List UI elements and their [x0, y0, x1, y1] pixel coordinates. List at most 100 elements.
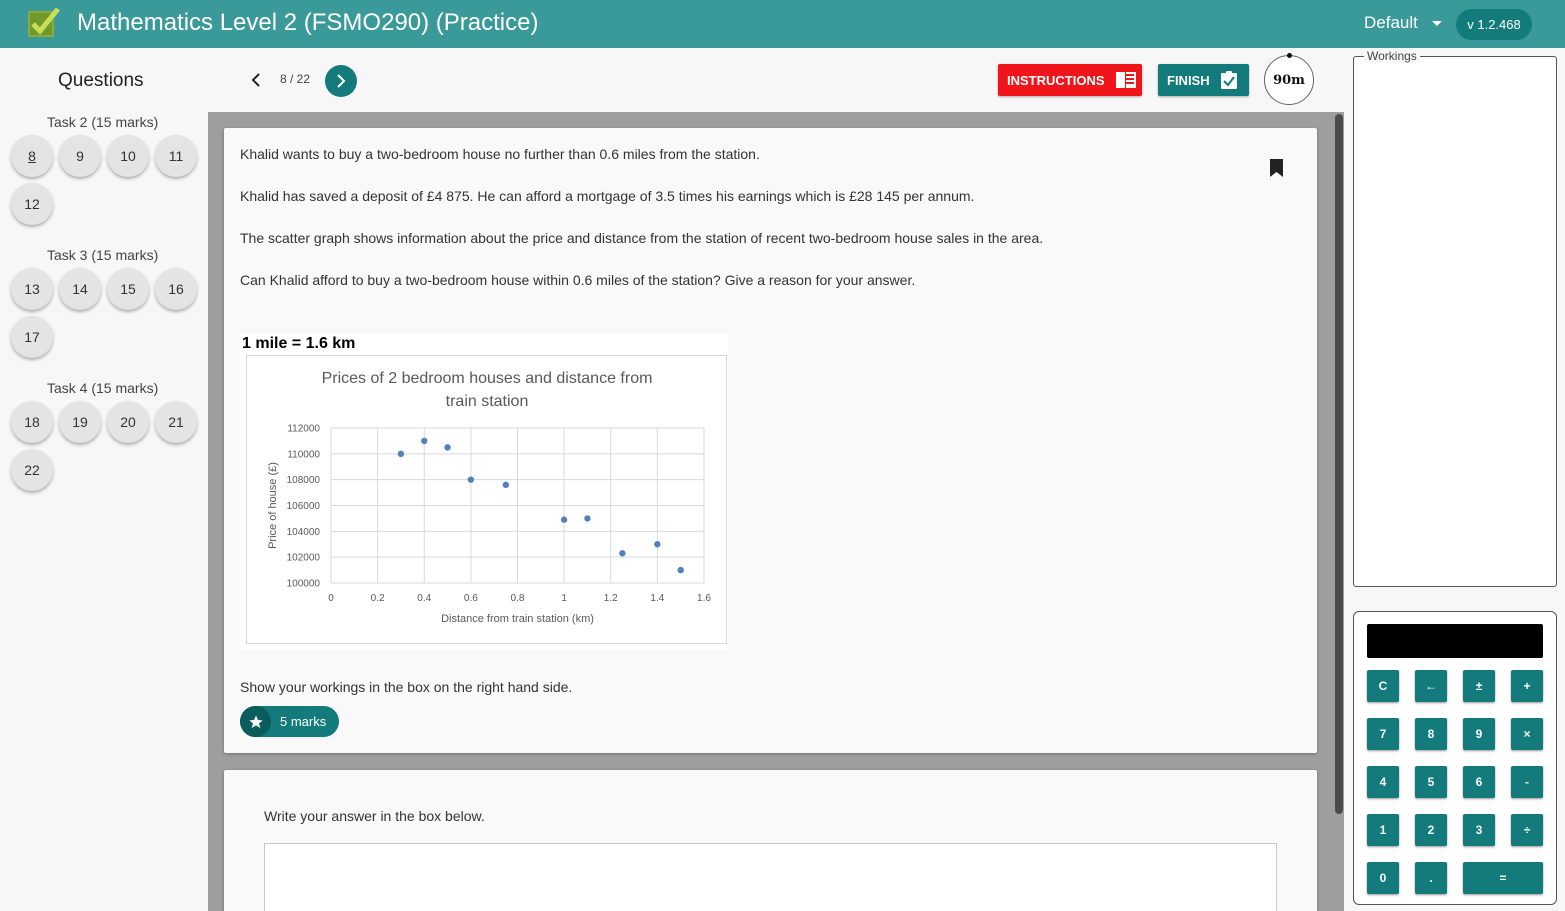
data-point: [397, 450, 405, 458]
calc-key-7[interactable]: 7: [1367, 718, 1399, 750]
workings-label: Workings: [1364, 49, 1420, 63]
task-label: Task 3 (15 marks): [47, 247, 159, 263]
question-button[interactable]: 21: [155, 401, 197, 443]
question-button[interactable]: 19: [59, 401, 101, 443]
question-paragraph: Khalid has saved a deposit of £4 875. He…: [240, 188, 975, 204]
scrollbar-thumb[interactable]: [1335, 114, 1343, 814]
x-tick-label: 1.2: [604, 593, 618, 604]
x-tick-label: 0: [328, 593, 334, 604]
clipboard-check-icon: [1220, 71, 1237, 89]
data-point: [421, 437, 428, 445]
task-label: Task 4 (15 marks): [47, 380, 159, 396]
data-point: [654, 541, 661, 548]
question-button[interactable]: 15: [107, 268, 149, 310]
question-paragraph: Khalid wants to buy a two-bedroom house …: [240, 146, 760, 162]
book-icon: [1115, 72, 1136, 88]
calc-key-6[interactable]: 6: [1463, 766, 1495, 798]
calc-key-backspace[interactable]: ←: [1415, 670, 1447, 702]
calc-key-3[interactable]: 3: [1463, 814, 1495, 846]
question-button[interactable]: 8: [11, 135, 53, 177]
checkmark-logo-icon: [28, 7, 60, 37]
question-button[interactable]: 17: [11, 316, 53, 358]
chevron-left-icon: [251, 73, 260, 87]
calc-key-1[interactable]: 1: [1367, 814, 1399, 846]
data-point: [467, 476, 475, 483]
instructions-button-label: INSTRUCTIONS: [1007, 72, 1105, 88]
question-paragraph: The scatter graph shows information abou…: [240, 230, 1044, 246]
question-button[interactable]: 16: [155, 268, 197, 310]
instructions-button[interactable]: INSTRUCTIONS: [998, 64, 1142, 96]
question-button[interactable]: 11: [155, 135, 197, 177]
marks-badge: 5 marks: [240, 706, 339, 737]
x-tick-label: 0.4: [417, 593, 431, 604]
x-tick-label: 1: [561, 593, 567, 604]
calc-key-5[interactable]: 5: [1415, 766, 1447, 798]
y-tick-label: 102000: [287, 553, 321, 564]
question-button[interactable]: 13: [11, 268, 53, 310]
y-tick-label: 108000: [287, 475, 321, 486]
answer-input[interactable]: [264, 843, 1277, 911]
answer-instruction: Write your answer in the box below.: [264, 808, 485, 824]
calculator-display: [1367, 624, 1543, 658]
data-point: [502, 481, 510, 489]
profile-dropdown-label: Default: [1364, 13, 1418, 32]
top-bar: Mathematics Level 2 (FSMO290) (Practice)…: [0, 0, 1565, 48]
question-paragraph: Can Khalid afford to buy a two-bedroom h…: [240, 272, 916, 288]
chart-title: train station: [446, 393, 529, 410]
data-point: [677, 566, 684, 574]
x-tick-label: 0.2: [371, 593, 385, 604]
answer-card: Write your answer in the box below.: [224, 770, 1317, 911]
data-point: [584, 515, 591, 522]
finish-button-label: FINISH: [1167, 72, 1210, 88]
y-tick-label: 100000: [287, 579, 321, 590]
calc-key-equals[interactable]: =: [1463, 862, 1543, 894]
next-question-button[interactable]: [325, 65, 357, 97]
scatter-chart: Prices of 2 bedroom houses and distance …: [267, 370, 711, 625]
y-tick-label: 106000: [287, 501, 321, 512]
timer: 90m: [1264, 53, 1314, 105]
chevron-right-icon: [337, 74, 346, 88]
questions-sidebar: Questions Task 2 (15 marks) 8 9 10 11 12…: [0, 48, 208, 911]
task-label: Task 2 (15 marks): [47, 114, 159, 130]
question-button[interactable]: 14: [59, 268, 101, 310]
calc-key-2[interactable]: 2: [1415, 814, 1447, 846]
calc-key-clear[interactable]: C: [1367, 670, 1399, 702]
y-tick-label: 112000: [287, 424, 320, 435]
calc-key-9[interactable]: 9: [1463, 718, 1495, 750]
question-button[interactable]: 10: [107, 135, 149, 177]
timer-indicator-dot: [1287, 53, 1292, 58]
question-button[interactable]: 18: [11, 401, 53, 443]
finish-button[interactable]: FINISH: [1158, 64, 1249, 96]
data-point: [619, 550, 626, 557]
chevron-down-icon: [1431, 20, 1442, 26]
x-tick-label: 1.6: [697, 593, 711, 604]
question-button[interactable]: 20: [107, 401, 149, 443]
data-point: [444, 444, 451, 451]
calc-key-plus-minus[interactable]: ±: [1463, 670, 1495, 702]
calc-key-add[interactable]: +: [1511, 670, 1543, 702]
calc-key-0[interactable]: 0: [1367, 862, 1399, 894]
show-workings-text: Show your workings in the box on the rig…: [240, 679, 573, 695]
question-button[interactable]: 9: [59, 135, 101, 177]
calc-key-multiply[interactable]: ×: [1511, 718, 1543, 750]
star-icon: [240, 706, 271, 737]
calc-key-4[interactable]: 4: [1367, 766, 1399, 798]
calc-key-subtract[interactable]: -: [1511, 766, 1543, 798]
y-tick-label: 104000: [287, 527, 321, 538]
timer-value: 90m: [1273, 72, 1305, 88]
question-button[interactable]: 22: [11, 449, 53, 491]
calc-key-decimal[interactable]: .: [1415, 862, 1447, 894]
x-tick-label: 0.6: [464, 593, 478, 604]
workings-textarea[interactable]: [1353, 56, 1557, 587]
previous-question-button[interactable]: [247, 70, 265, 90]
x-axis-label: Distance from train station (km): [441, 613, 594, 625]
calc-key-8[interactable]: 8: [1415, 718, 1447, 750]
data-point: [560, 516, 568, 523]
question-counter: 8 / 22: [280, 72, 311, 86]
chart-image: 1 mile = 1.6 km Prices of 2 bedroom hous…: [240, 333, 728, 649]
chart-frame: Prices of 2 bedroom houses and distance …: [246, 355, 727, 644]
profile-dropdown[interactable]: Default: [1364, 13, 1442, 33]
bookmark-icon[interactable]: [1270, 159, 1283, 177]
question-button[interactable]: 12: [11, 183, 53, 225]
calc-key-divide[interactable]: ÷: [1511, 814, 1543, 846]
